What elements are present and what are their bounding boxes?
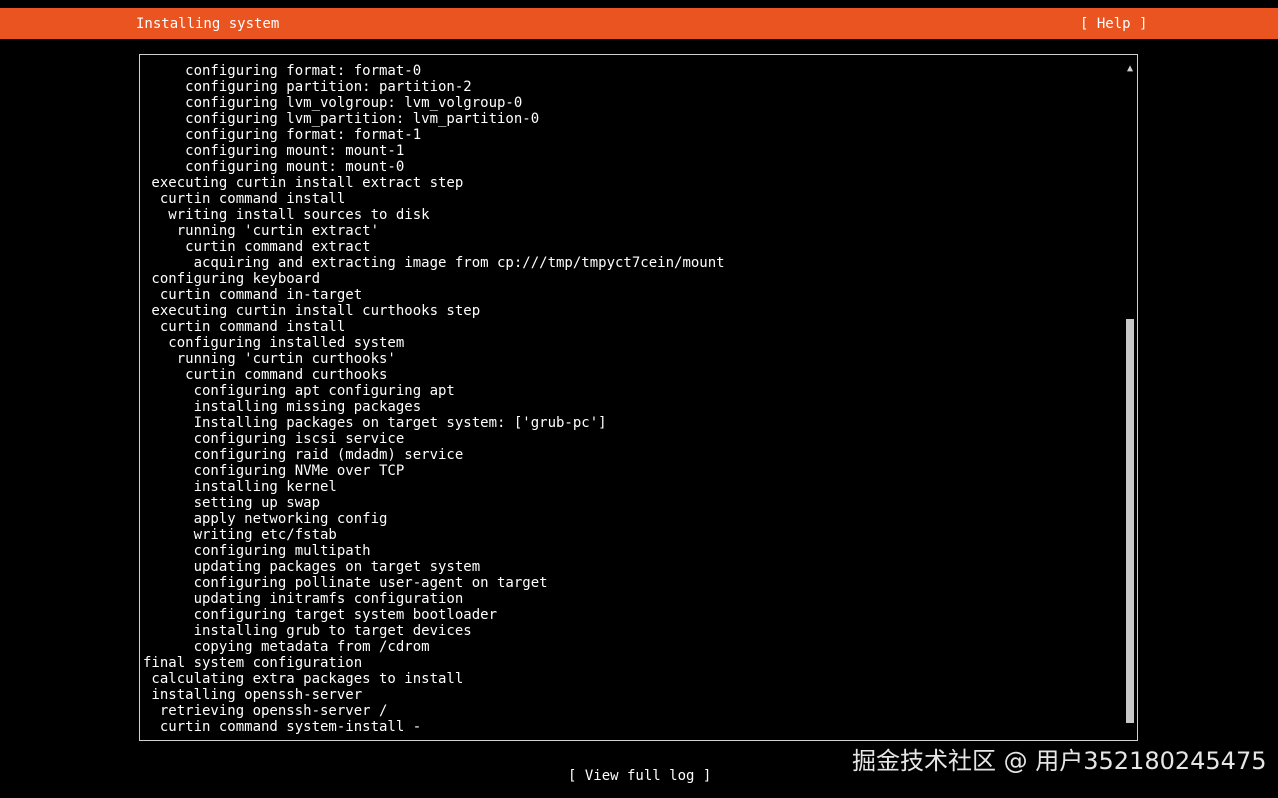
log-line: configuring raid (mdadm) service [143,447,464,463]
page-title: Installing system [136,16,280,32]
log-line: configuring multipath [143,543,371,559]
log-line: final system configuration [143,655,363,671]
log-line: configuring lvm_volgroup: lvm_volgroup-0 [143,95,523,111]
log-line: calculating extra packages to install [143,671,464,687]
log-line: configuring target system bootloader [143,607,498,623]
log-line: configuring pollinate user-agent on targ… [143,575,548,591]
log-line: curtin command curthooks [143,367,388,383]
help-button[interactable]: [ Help ] [1080,16,1147,32]
log-line: configuring iscsi service [143,431,405,447]
watermark-text: 掘金技术社区 @ 用户352180245475 [852,747,1267,775]
installer-screen: Installing system [ Help ] configuring f… [0,0,1278,798]
log-line: apply networking config [143,511,388,527]
view-full-log-button[interactable]: [ View full log ] [568,768,711,784]
log-line: copying metadata from /cdrom [143,639,430,655]
log-line: running 'curtin extract' [143,223,380,239]
log-line: configuring installed system [143,335,405,351]
log-line: curtin command system-install - [143,719,422,735]
scroll-up-arrow-icon[interactable]: ▲ [1125,64,1135,74]
log-line: curtin command install [143,191,346,207]
log-line: curtin command install [143,319,346,335]
log-line: curtin command extract [143,239,371,255]
log-line: installing openssh-server [143,687,363,703]
log-line: acquiring and extracting image from cp:/… [143,255,725,271]
log-line: configuring format: format-1 [143,127,422,143]
log-line: installing missing packages [143,399,422,415]
log-line: installing kernel [143,479,337,495]
log-list: configuring format: format-0 configuring… [143,63,725,735]
log-line: configuring apt configuring apt [143,383,455,399]
log-line: retrieving openssh-server / [143,703,388,719]
scrollbar-thumb[interactable] [1126,319,1134,723]
log-line: updating initramfs configuration [143,591,464,607]
log-line: configuring keyboard [143,271,321,287]
log-line: executing curtin install extract step [143,175,464,191]
log-line: configuring mount: mount-0 [143,159,405,175]
log-line: writing install sources to disk [143,207,430,223]
log-line: configuring mount: mount-1 [143,143,405,159]
install-log-panel[interactable]: configuring format: format-0 configuring… [139,54,1138,741]
log-line: configuring NVMe over TCP [143,463,405,479]
log-line: configuring format: format-0 [143,63,422,79]
log-line: writing etc/fstab [143,527,337,543]
log-line: running 'curtin curthooks' [143,351,396,367]
header-bar: Installing system [ Help ] [0,8,1278,39]
log-line: configuring partition: partition-2 [143,79,472,95]
log-line: installing grub to target devices [143,623,472,639]
log-line: setting up swap [143,495,321,511]
log-line: executing curtin install curthooks step [143,303,481,319]
log-line: curtin command in-target [143,287,363,303]
log-line: configuring lvm_partition: lvm_partition… [143,111,540,127]
log-line: updating packages on target system [143,559,481,575]
log-line: Installing packages on target system: ['… [143,415,607,431]
